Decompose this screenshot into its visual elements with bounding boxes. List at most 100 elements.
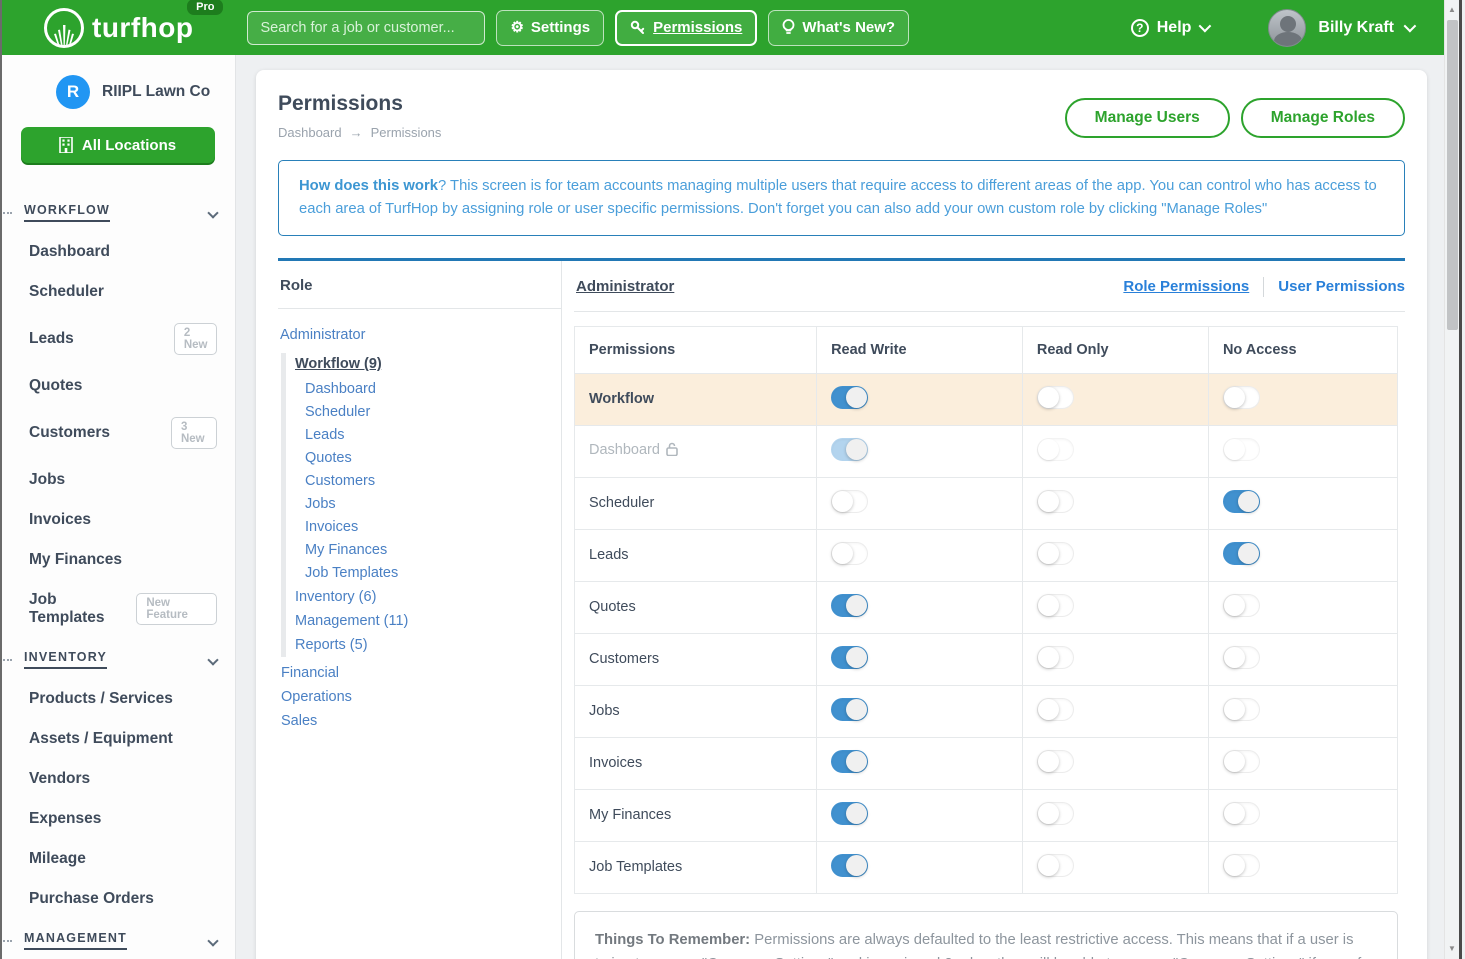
customers-read-only-toggle[interactable] (1037, 646, 1074, 669)
window-edge (0, 0, 2, 959)
role-panel: Role Administrator Workflow (9) Dashboar… (278, 261, 562, 959)
sidebar-item-scheduler[interactable]: Scheduler (0, 272, 235, 312)
workflow-read-only-toggle[interactable] (1037, 386, 1074, 409)
pro-badge: Pro (187, 0, 223, 15)
jobs-read-write-toggle[interactable] (831, 698, 868, 721)
jobs-read-only-toggle[interactable] (1037, 698, 1074, 721)
my-finances-read-only-toggle[interactable] (1037, 802, 1074, 825)
sidebar-item-dashboard[interactable]: Dashboard (0, 232, 235, 272)
quotes-read-only-toggle[interactable] (1037, 594, 1074, 617)
my-finances-read-write-toggle[interactable] (831, 802, 868, 825)
manage-roles-button[interactable]: Manage Roles (1241, 98, 1405, 138)
my-finances-no-access-toggle[interactable] (1223, 802, 1260, 825)
permissions-panel: Administrator Role Permissions User Perm… (562, 261, 1405, 959)
user-permissions-link[interactable]: User Permissions (1278, 278, 1405, 295)
selected-role-label[interactable]: Administrator (576, 278, 674, 295)
dashboard-no-access-toggle (1223, 438, 1260, 461)
table-row-jobs: Jobs (575, 685, 1398, 737)
quotes-no-access-toggle[interactable] (1223, 594, 1260, 617)
tree-item-jobs[interactable]: Jobs (305, 493, 561, 516)
tree-role-administrator[interactable]: Administrator (280, 323, 561, 347)
sidebar-item-assets-equipment[interactable]: Assets / Equipment (0, 719, 235, 759)
whats-new-button[interactable]: What's New? (768, 10, 909, 46)
job-templates-read-write-toggle[interactable] (831, 854, 868, 877)
sidebar-item-expenses[interactable]: Expenses (0, 799, 235, 839)
brand-logo[interactable]: turfhop Pro (44, 8, 193, 48)
job-templates-read-only-toggle[interactable] (1037, 854, 1074, 877)
workflow-read-write-toggle[interactable] (831, 386, 868, 409)
sidebar-item-customers[interactable]: Customers 3 New (0, 406, 235, 460)
app-window: turfhop Pro ⚙ Settings Permissions What'… (0, 0, 1462, 959)
leads-read-write-toggle[interactable] (831, 542, 868, 565)
company-row[interactable]: R RIIPL Lawn Co (0, 69, 235, 115)
sidebar-item-job-templates[interactable]: Job Templates New Feature (0, 580, 235, 638)
scroll-up-arrow[interactable]: ▲ (1445, 2, 1459, 18)
lightbulb-icon (782, 19, 795, 36)
tree-group-reports[interactable]: Reports (5) (295, 633, 561, 657)
lock-icon (666, 442, 678, 460)
global-search-input[interactable] (247, 11, 485, 45)
quotes-read-write-toggle[interactable] (831, 594, 868, 617)
leads-new-badge: 2 New (174, 323, 218, 355)
window-edge (1459, 0, 1462, 959)
tree-item-quotes[interactable]: Quotes (305, 447, 561, 470)
sidebar-item-products-services[interactable]: Products / Services (0, 679, 235, 719)
manage-users-button[interactable]: Manage Users (1065, 98, 1230, 138)
invoices-read-only-toggle[interactable] (1037, 750, 1074, 773)
user-menu[interactable]: Billy Kraft (1318, 19, 1413, 37)
sidebar-item-my-finances[interactable]: My Finances (0, 540, 235, 580)
tree-item-scheduler[interactable]: Scheduler (305, 401, 561, 424)
scheduler-read-write-toggle[interactable] (831, 490, 868, 513)
tree-group-workflow[interactable]: Workflow (9) (295, 353, 561, 378)
breadcrumb: Dashboard → Permissions (278, 125, 441, 140)
all-locations-button[interactable]: All Locations (21, 127, 215, 163)
help-menu[interactable]: ? Help (1131, 19, 1209, 37)
workflow-no-access-toggle[interactable] (1223, 386, 1260, 409)
tree-item-invoices[interactable]: Invoices (305, 516, 561, 539)
role-permissions-link[interactable]: Role Permissions (1123, 278, 1249, 295)
tree-item-customers[interactable]: Customers (305, 470, 561, 493)
tree-item-dashboard[interactable]: Dashboard (305, 378, 561, 401)
scroll-down-arrow[interactable]: ▼ (1445, 941, 1459, 957)
sidebar-item-quotes[interactable]: Quotes (0, 366, 235, 406)
jobs-no-access-toggle[interactable] (1223, 698, 1260, 721)
tree-role-sales[interactable]: Sales (280, 709, 561, 733)
tree-item-job-templates[interactable]: Job Templates (305, 562, 561, 585)
breadcrumb-dashboard[interactable]: Dashboard (278, 125, 342, 140)
sidebar-section-inventory[interactable]: INVENTORY (0, 638, 235, 679)
job-templates-no-access-toggle[interactable] (1223, 854, 1260, 877)
customers-no-access-toggle[interactable] (1223, 646, 1260, 669)
settings-button[interactable]: ⚙ Settings (496, 10, 604, 46)
vertical-scrollbar[interactable]: ▲ ▼ (1444, 0, 1459, 959)
leads-read-only-toggle[interactable] (1037, 542, 1074, 565)
chevron-down-icon (1199, 20, 1212, 33)
sidebar-item-mileage[interactable]: Mileage (0, 839, 235, 879)
customers-read-write-toggle[interactable] (831, 646, 868, 669)
sidebar-section-management[interactable]: MANAGEMENT (0, 919, 235, 959)
breadcrumb-arrow-icon: → (350, 125, 363, 140)
dashboard-read-write-toggle (831, 438, 868, 461)
user-avatar[interactable] (1268, 9, 1306, 47)
tree-group-management[interactable]: Management (11) (295, 609, 561, 633)
leads-no-access-toggle[interactable] (1223, 542, 1260, 565)
table-row-dashboard: Dashboard (575, 425, 1398, 477)
sidebar-item-purchase-orders[interactable]: Purchase Orders (0, 879, 235, 919)
sidebar: R RIIPL Lawn Co All Locations WORKFLOW D… (0, 55, 236, 959)
tree-item-leads[interactable]: Leads (305, 424, 561, 447)
tree-group-inventory[interactable]: Inventory (6) (295, 585, 561, 609)
page-title: Permissions (278, 92, 441, 116)
tree-role-financial[interactable]: Financial (280, 661, 561, 685)
sidebar-item-vendors[interactable]: Vendors (0, 759, 235, 799)
sidebar-item-leads[interactable]: Leads 2 New (0, 312, 235, 366)
scheduler-no-access-toggle[interactable] (1223, 490, 1260, 513)
sidebar-section-workflow[interactable]: WORKFLOW (0, 191, 235, 232)
invoices-read-write-toggle[interactable] (831, 750, 868, 773)
scheduler-read-only-toggle[interactable] (1037, 490, 1074, 513)
scrollbar-thumb[interactable] (1447, 20, 1458, 330)
sidebar-item-invoices[interactable]: Invoices (0, 500, 235, 540)
tree-role-operations[interactable]: Operations (280, 685, 561, 709)
sidebar-item-jobs[interactable]: Jobs (0, 460, 235, 500)
tree-item-my-finances[interactable]: My Finances (305, 539, 561, 562)
invoices-no-access-toggle[interactable] (1223, 750, 1260, 773)
permissions-button[interactable]: Permissions (615, 10, 757, 46)
